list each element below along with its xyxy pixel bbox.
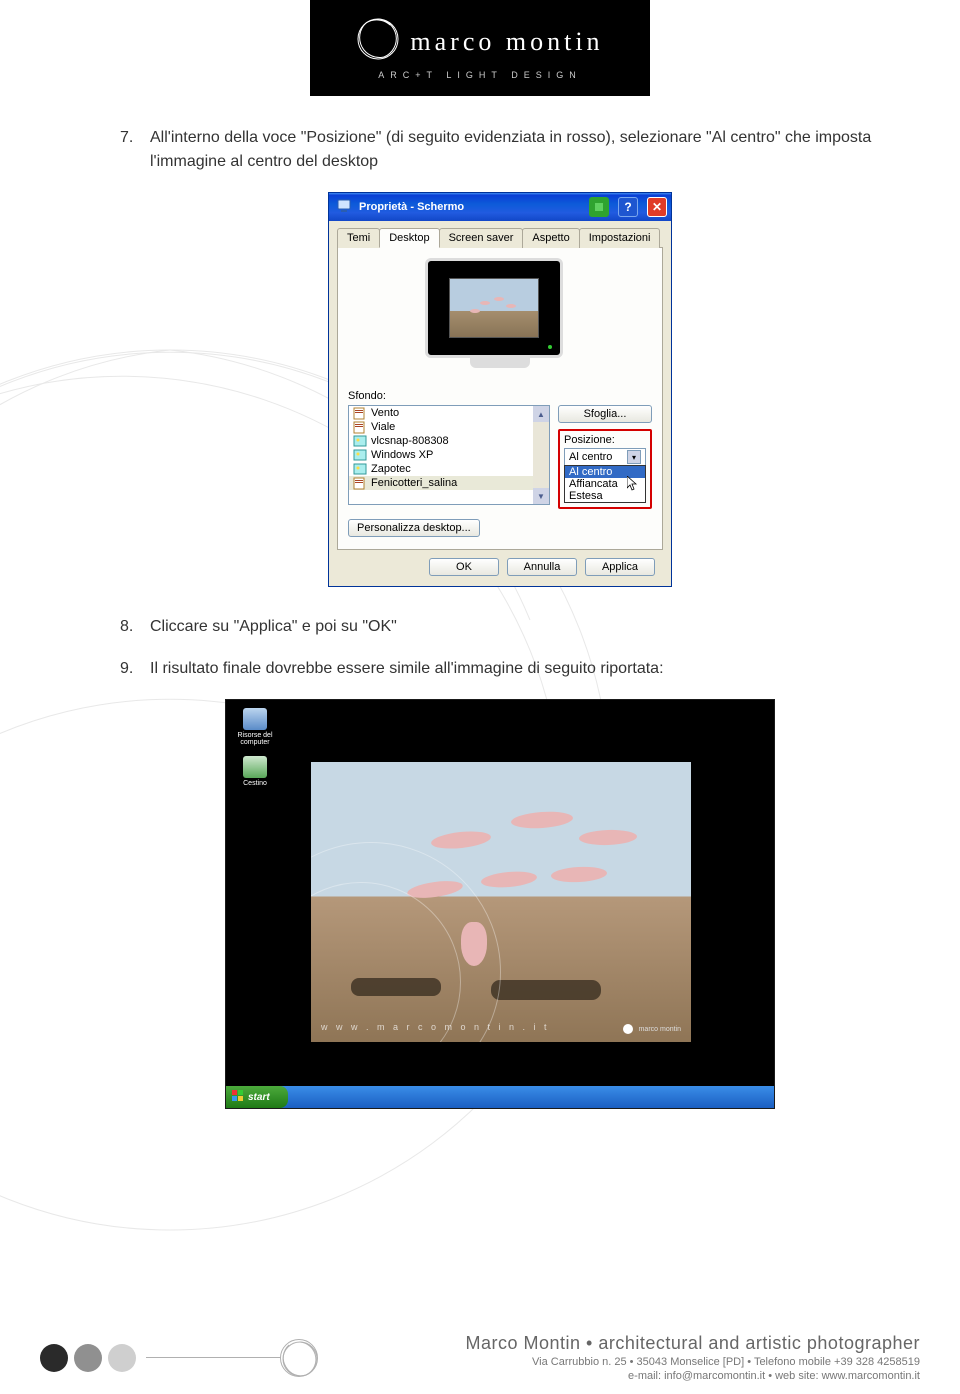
dialog-titlebar[interactable]: Proprietà - Schermo ? ✕ (329, 193, 671, 221)
tab-desktop[interactable]: Desktop (379, 228, 439, 248)
help-button[interactable]: ? (618, 197, 638, 217)
step-text: Cliccare su "Applica" e poi su "OK" (150, 615, 397, 639)
wallpaper-brand: marco montin (623, 1024, 681, 1034)
position-group-highlighted: Posizione: Al centro ▾ Al centro Affianc… (558, 429, 652, 509)
personalize-desktop-button[interactable]: Personalizza desktop... (348, 519, 480, 537)
position-label: Posizione: (564, 434, 646, 446)
tab-impostazioni[interactable]: Impostazioni (579, 228, 661, 248)
footer-main: Marco Montin • architectural and artisti… (324, 1333, 920, 1354)
dialog-title: Proprietà - Schermo (359, 201, 580, 213)
step-number: 8. (120, 615, 142, 639)
start-button[interactable]: start (226, 1086, 288, 1108)
step-7: 7. All'interno della voce "Posizione" (d… (120, 126, 880, 174)
file-icon (353, 407, 367, 420)
sfondo-label: Sfondo: (348, 390, 652, 402)
tab-aspetto[interactable]: Aspetto (522, 228, 579, 248)
scroll-up-icon[interactable]: ▲ (533, 406, 549, 422)
footer-dots (40, 1344, 136, 1372)
background-list[interactable]: Vento Viale vlcsnap-808308 Windows XP Za… (348, 405, 550, 505)
step-text: Il risultato finale dovrebbe essere simi… (150, 657, 664, 681)
cursor-icon (627, 476, 639, 492)
monitor-icon (337, 199, 353, 216)
tab-strip: Temi Desktop Screen saver Aspetto Impost… (337, 227, 663, 248)
scroll-down-icon[interactable]: ▼ (533, 488, 549, 504)
browse-button[interactable]: Sfoglia... (558, 405, 652, 423)
tab-screensaver[interactable]: Screen saver (439, 228, 524, 248)
logo-subtitle: ARC+T LIGHT DESIGN (378, 70, 581, 80)
image-icon (353, 463, 367, 476)
step-number: 9. (120, 657, 142, 681)
position-dropdown-popup: Al centro Affiancata Estesa (564, 465, 646, 503)
desktop-icon-recycle-bin[interactable]: Cestino (234, 756, 276, 787)
wallpaper-centered: w w w . m a r c o m o n t i n . i t marc… (311, 762, 691, 1042)
desktop-icon-my-computer[interactable]: Risorse del computer (234, 708, 276, 746)
footer-line2: e-mail: info@marcomontin.it • web site: … (324, 1370, 920, 1382)
step-9: 9. Il risultato finale dovrebbe essere s… (120, 657, 880, 681)
swirl-icon (356, 17, 400, 68)
position-select[interactable]: Al centro ▾ (564, 448, 646, 466)
display-properties-dialog: Proprietà - Schermo ? ✕ Temi Desktop Scr… (328, 192, 672, 587)
footer-line1: Via Carrubbio n. 25 • 35043 Monselice [P… (324, 1356, 920, 1368)
taskbar[interactable]: start (226, 1086, 774, 1108)
chevron-down-icon: ▾ (627, 450, 641, 464)
header-logo: marco montin ARC+T LIGHT DESIGN (310, 0, 650, 96)
list-item: Windows XP (349, 448, 549, 462)
cancel-button[interactable]: Annulla (507, 558, 577, 576)
footer-ring-icon (280, 1339, 318, 1377)
step-number: 7. (120, 126, 142, 174)
ok-button[interactable]: OK (429, 558, 499, 576)
scrollbar[interactable]: ▲ ▼ (533, 406, 549, 504)
result-desktop-screenshot: Risorse del computer Cestino (225, 699, 775, 1109)
apply-button[interactable]: Applica (585, 558, 655, 576)
wallpaper-watermark-text: w w w . m a r c o m o n t i n . i t (321, 1022, 550, 1032)
page-footer: Marco Montin • architectural and artisti… (0, 1333, 960, 1382)
file-icon (353, 477, 367, 490)
step-8: 8. Cliccare su "Applica" e poi su "OK" (120, 615, 880, 639)
logo-name-text: marco montin (410, 27, 603, 57)
list-item: Viale (349, 420, 549, 434)
close-button[interactable]: ✕ (647, 197, 667, 217)
file-icon (353, 421, 367, 434)
list-item: Vento (349, 406, 549, 420)
image-icon (353, 435, 367, 448)
list-item: vlcsnap-808308 (349, 434, 549, 448)
list-item: Zapotec (349, 462, 549, 476)
list-item-selected: Fenicotteri_salina (349, 476, 549, 490)
monitor-preview (348, 258, 652, 378)
tab-temi[interactable]: Temi (337, 228, 380, 248)
titlebar-color-icon[interactable] (589, 197, 609, 217)
step-text: All'interno della voce "Posizione" (di s… (150, 126, 880, 174)
image-icon (353, 449, 367, 462)
windows-flag-icon (232, 1090, 244, 1105)
